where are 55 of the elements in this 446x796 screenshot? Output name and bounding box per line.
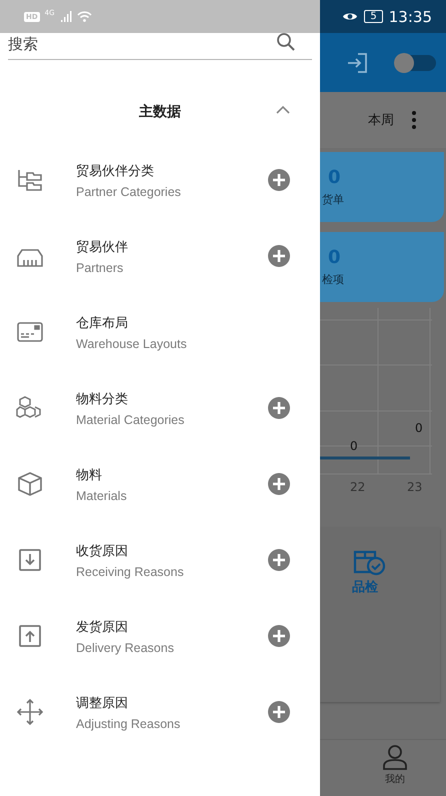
search-field[interactable]: 搜索 — [8, 36, 276, 52]
chevron-icon — [276, 105, 290, 114]
box-check-icon[interactable] — [352, 548, 386, 576]
wifi-icon — [76, 11, 92, 22]
axis-label: 22 — [350, 480, 366, 494]
eye-icon — [342, 11, 358, 22]
item-subtitle: Partners — [76, 260, 124, 274]
add-icon[interactable] — [268, 245, 290, 267]
menu-item[interactable]: 物料 Materials — [0, 446, 320, 522]
item-subtitle: Delivery Reasons — [76, 640, 174, 654]
download-box-icon — [16, 546, 44, 574]
item-title: 调整原因 — [76, 694, 128, 712]
login-icon[interactable] — [346, 52, 368, 74]
item-subtitle: Receiving Reasons — [76, 564, 184, 578]
item-title: 贸易伙伴分类 — [76, 162, 154, 180]
period-label[interactable]: 本周 — [368, 111, 394, 129]
menu-item[interactable]: 贸易伙伴分类 Partner Categories — [0, 142, 320, 218]
signal-icon — [60, 11, 72, 22]
add-icon[interactable] — [268, 549, 290, 571]
add-icon[interactable] — [268, 701, 290, 723]
toggle-switch[interactable] — [394, 54, 436, 70]
upload-box-icon — [16, 622, 44, 650]
item-title: 收货原因 — [76, 542, 128, 560]
menu-item[interactable]: 调整原因 Adjusting Reasons — [0, 674, 320, 750]
item-title: 物料分类 — [76, 390, 128, 408]
item-title: 物料 — [76, 466, 102, 484]
item-subtitle: Material Categories — [76, 412, 184, 426]
item-title: 发货原因 — [76, 618, 128, 636]
menu-item[interactable]: 收货原因 Receiving Reasons — [0, 522, 320, 598]
menu-item[interactable]: 物料分类 Material Categories — [0, 370, 320, 446]
data-label: 0 — [415, 421, 423, 435]
item-subtitle: Warehouse Layouts — [76, 336, 187, 350]
item-title: 仓库布局 — [76, 314, 128, 332]
data-label: 0 — [350, 439, 358, 453]
menu-item[interactable]: 贸易伙伴 Partners — [0, 218, 320, 294]
axis-label: 23 — [407, 480, 422, 494]
more-icon[interactable] — [412, 111, 416, 129]
card-label: 货单 — [322, 192, 344, 207]
item-title: 贸易伙伴 — [76, 238, 128, 256]
add-icon[interactable] — [268, 625, 290, 647]
add-icon[interactable] — [268, 397, 290, 419]
battery-level: 5 — [364, 10, 383, 23]
item-subtitle: Materials — [76, 488, 127, 502]
status-time: 13:35 — [388, 8, 432, 26]
search-icon[interactable] — [276, 32, 296, 52]
item-subtitle: Adjusting Reasons — [76, 716, 180, 730]
add-icon[interactable] — [268, 473, 290, 495]
menu-item[interactable]: 仓库布局 Warehouse Layouts — [0, 294, 320, 370]
add-icon[interactable] — [268, 169, 290, 191]
card-label: 检项 — [322, 272, 344, 287]
menu-item[interactable]: 发货原因 Delivery Reasons — [0, 598, 320, 674]
toggle-thumb[interactable] — [394, 52, 414, 72]
move-arrows-icon — [16, 698, 44, 726]
box-icon — [16, 470, 44, 498]
item-subtitle: Partner Categories — [76, 184, 181, 198]
